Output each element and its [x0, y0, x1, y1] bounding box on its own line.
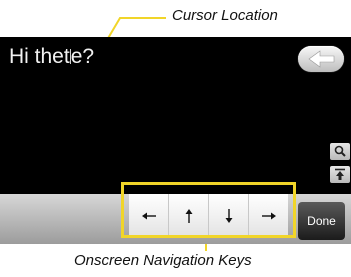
cursor-location-callout: Cursor Location — [172, 7, 278, 24]
done-button[interactable]: Done — [298, 202, 345, 240]
nav-keys-callout: Onscreen Navigation Keys — [74, 252, 252, 269]
text-before-cursor: Hi thet — [9, 45, 70, 68]
zoom-button[interactable] — [330, 143, 350, 160]
back-button[interactable] — [298, 46, 344, 72]
jump-to-top-icon — [335, 168, 345, 180]
message-text[interactable]: Hi thete? — [9, 45, 94, 69]
magnifier-icon — [334, 145, 346, 157]
nav-keys-highlight-frame — [121, 182, 296, 238]
text-after-cursor: e? — [70, 45, 95, 68]
back-arrow-icon — [308, 50, 335, 68]
jump-to-top-button[interactable] — [330, 166, 350, 183]
